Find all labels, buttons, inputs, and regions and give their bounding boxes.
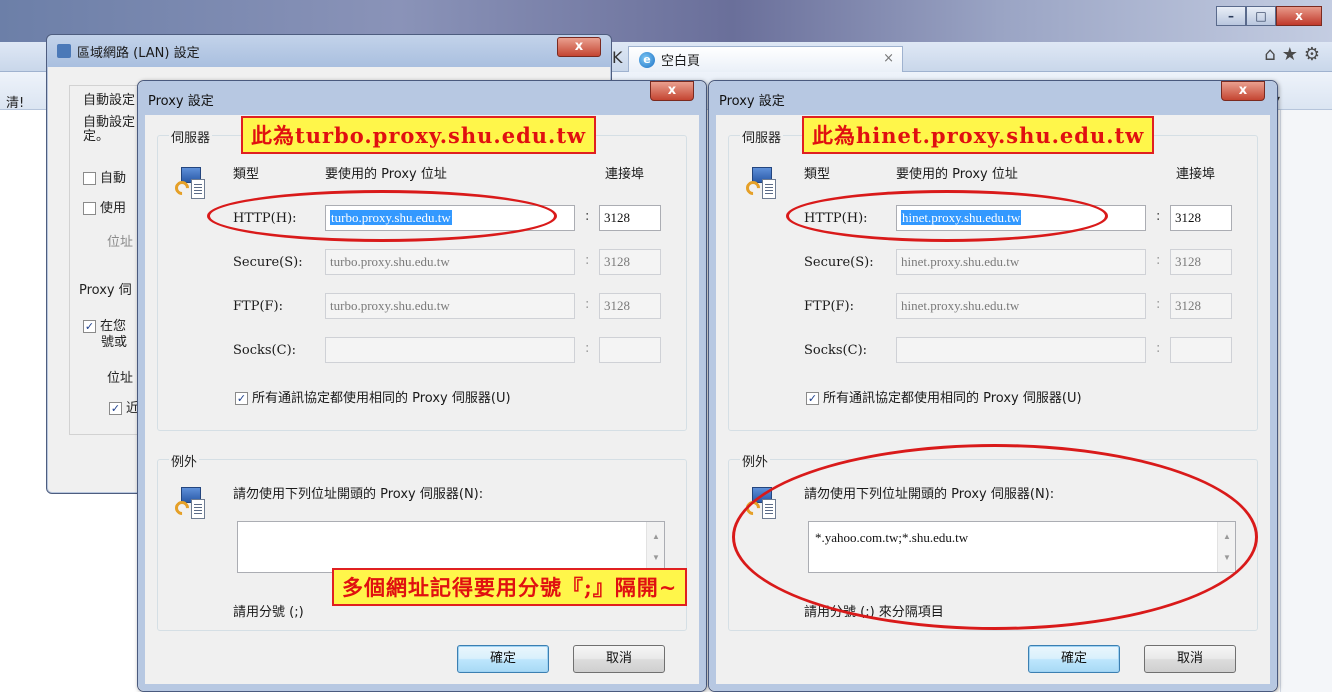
- same-proxy-row[interactable]: ✓ 所有通訊協定都使用相同的 Proxy 伺服器(U): [806, 387, 1082, 406]
- maximize-button[interactable]: □: [1246, 6, 1276, 26]
- exceptions-group-label: 例外: [169, 451, 200, 470]
- ie-scrollbar[interactable]: [1280, 110, 1332, 692]
- exceptions-icon: [172, 487, 205, 521]
- ftp-address-input[interactable]: turbo.proxy.shu.edu.tw: [325, 293, 575, 319]
- servers-group-label: 伺服器: [740, 127, 784, 146]
- secure-label: Secure(S):: [804, 255, 874, 270]
- cancel-button[interactable]: 取消: [1144, 645, 1236, 673]
- bypass-row[interactable]: ✓ 近: [109, 397, 139, 416]
- use-proxy-label-2: 號或: [101, 335, 128, 350]
- column-address-header: 要使用的 Proxy 位址: [896, 167, 1018, 182]
- annotation-separator-note: 多個網址記得要用分號『;』隔開~: [332, 568, 688, 606]
- socks-port-input[interactable]: [599, 337, 661, 363]
- proxy-dialog-title: Proxy 設定: [719, 94, 785, 109]
- cancel-button[interactable]: 取消: [573, 645, 665, 673]
- column-address-header: 要使用的 Proxy 位址: [325, 167, 447, 182]
- auto-detect-row[interactable]: 自動: [83, 167, 126, 186]
- annotation-hinet-note: 此為hinet.proxy.shu.edu.tw: [802, 116, 1155, 154]
- http-port-input[interactable]: 3128: [1170, 205, 1232, 231]
- colon: :: [585, 253, 590, 268]
- ftp-port-input[interactable]: 3128: [599, 293, 661, 319]
- proxy-close-button[interactable]: x: [1221, 81, 1265, 101]
- socks-address-input[interactable]: [325, 337, 575, 363]
- secure-port-input[interactable]: 3128: [1170, 249, 1232, 275]
- close-window-button[interactable]: x: [1276, 6, 1322, 26]
- ok-button[interactable]: 確定: [1028, 645, 1120, 673]
- textarea-scrollbar[interactable]: ▲ ▼: [646, 522, 664, 572]
- bypass-checkbox[interactable]: ✓: [109, 402, 122, 415]
- auto-config-heading: 自動設定: [83, 93, 136, 108]
- use-proxy-checkbox[interactable]: ✓: [83, 320, 96, 333]
- socks-address-input[interactable]: [896, 337, 1146, 363]
- colon: :: [1156, 297, 1161, 312]
- window-controls: – □ x: [1216, 6, 1322, 26]
- column-type-header: 類型: [233, 167, 260, 182]
- tab-label: 空白頁: [661, 54, 701, 69]
- secure-address-input[interactable]: turbo.proxy.shu.edu.tw: [325, 249, 575, 275]
- auto-config-desc-2: 定。: [83, 129, 110, 144]
- colon: :: [585, 341, 590, 356]
- colon: :: [1156, 253, 1161, 268]
- column-type-header: 類型: [804, 167, 831, 182]
- same-proxy-label: 所有通訊協定都使用相同的 Proxy 伺服器(U): [823, 391, 1082, 406]
- annotation-ellipse-exceptions: [732, 444, 1258, 630]
- lan-dialog-title: 區域網路 (LAN) 設定: [77, 45, 200, 61]
- proxy-close-button[interactable]: x: [650, 81, 694, 101]
- dialog-icon: [57, 44, 71, 58]
- proxy-server-group-label: Proxy 伺: [79, 283, 132, 298]
- ftp-port-input[interactable]: 3128: [1170, 293, 1232, 319]
- tab-close-icon[interactable]: ×: [883, 51, 894, 66]
- annotation-ellipse-left-http: [207, 190, 557, 242]
- ftp-label: FTP(F):: [233, 299, 283, 314]
- same-proxy-checkbox[interactable]: ✓: [235, 392, 248, 405]
- use-script-checkbox[interactable]: [83, 202, 96, 215]
- auto-detect-label: 自動: [100, 171, 127, 186]
- colon: :: [1156, 341, 1161, 356]
- tab-blank-page[interactable]: e 空白頁 ×: [628, 46, 903, 72]
- ftp-address-input[interactable]: hinet.proxy.shu.edu.tw: [896, 293, 1146, 319]
- secure-address-input[interactable]: hinet.proxy.shu.edu.tw: [896, 249, 1146, 275]
- colon: :: [585, 297, 590, 312]
- ok-button[interactable]: 確定: [457, 645, 549, 673]
- socks-port-input[interactable]: [1170, 337, 1232, 363]
- ie-toolbar-icons[interactable]: ⌂★⚙: [1264, 44, 1326, 65]
- annotation-ellipse-right-http: [786, 190, 1108, 242]
- same-proxy-checkbox[interactable]: ✓: [806, 392, 819, 405]
- secure-label: Secure(S):: [233, 255, 303, 270]
- socks-label: Socks(C):: [804, 343, 868, 358]
- http-port-input[interactable]: 3128: [599, 205, 661, 231]
- secure-port-input[interactable]: 3128: [599, 249, 661, 275]
- same-proxy-row[interactable]: ✓ 所有通訊協定都使用相同的 Proxy 伺服器(U): [235, 387, 511, 406]
- ie-sidebar-label: 清!: [6, 96, 25, 111]
- same-proxy-label: 所有通訊協定都使用相同的 Proxy 伺服器(U): [252, 391, 511, 406]
- exceptions-textarea[interactable]: ▲ ▼: [237, 521, 665, 573]
- use-script-row[interactable]: 使用: [83, 197, 126, 216]
- ie-logo-icon: e: [639, 51, 655, 68]
- proxy-address-label: 位址: [107, 371, 134, 386]
- ftp-label: FTP(F):: [804, 299, 854, 314]
- proxy-dialog-title: Proxy 設定: [148, 94, 214, 109]
- lan-close-button[interactable]: x: [557, 37, 601, 57]
- lan-dialog-titlebar: 區域網路 (LAN) 設定: [47, 35, 611, 67]
- tab-scroll-left-icon[interactable]: K: [612, 48, 623, 67]
- separator-hint: 請用分號 (;): [233, 605, 304, 620]
- column-port-header: 連接埠: [605, 167, 645, 182]
- socks-label: Socks(C):: [233, 343, 297, 358]
- colon: :: [1156, 209, 1161, 224]
- exceptions-group-label: 例外: [740, 451, 771, 470]
- colon: :: [585, 209, 590, 224]
- exceptions-label: 請勿使用下列位址開頭的 Proxy 伺服器(N):: [233, 487, 484, 502]
- proxy-server-icon: [172, 167, 205, 201]
- auto-detect-checkbox[interactable]: [83, 172, 96, 185]
- minimize-button[interactable]: –: [1216, 6, 1246, 26]
- script-address-label: 位址: [107, 235, 134, 250]
- servers-group-label: 伺服器: [169, 127, 213, 146]
- proxy-server-icon: [743, 167, 776, 201]
- use-script-label: 使用: [100, 201, 127, 216]
- column-port-header: 連接埠: [1176, 167, 1216, 182]
- annotation-turbo-note: 此為turbo.proxy.shu.edu.tw: [241, 116, 597, 154]
